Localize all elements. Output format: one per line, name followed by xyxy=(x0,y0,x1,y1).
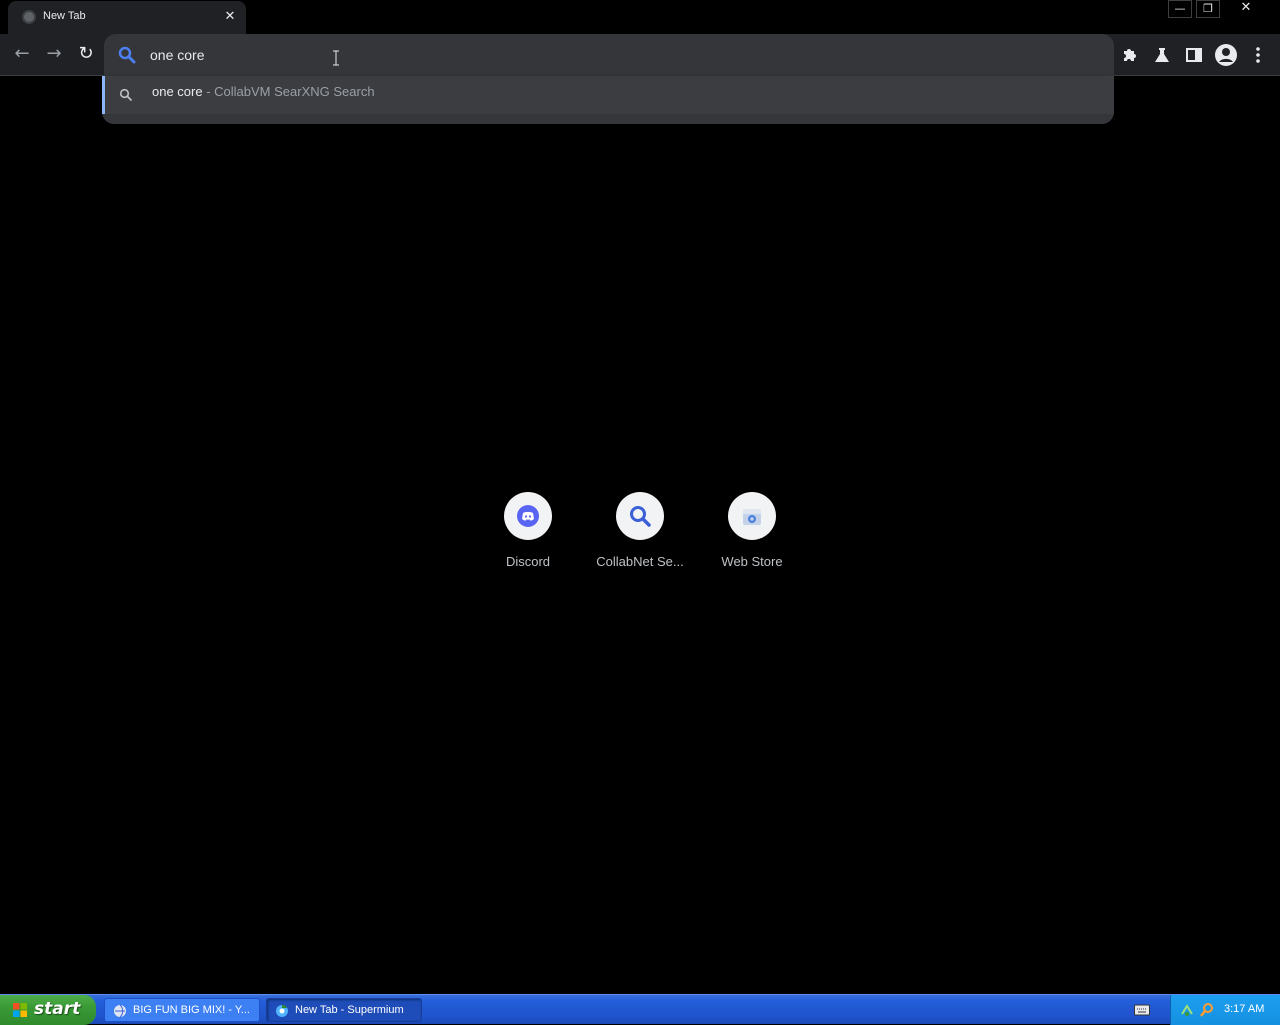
labs-icon[interactable] xyxy=(1150,43,1174,67)
restore-button[interactable]: ❐ xyxy=(1196,0,1220,18)
reload-button[interactable]: ↻ xyxy=(74,42,98,66)
omnibox-suggestions: one core - CollabVM SearXNG Search xyxy=(102,76,1114,124)
shortcut-tiles: Discord CollabNet Se... Web Store xyxy=(472,484,808,584)
keyboard-icon[interactable] xyxy=(1134,1004,1150,1016)
back-button[interactable]: ← xyxy=(10,42,34,66)
shortcut-icon-circle xyxy=(616,492,664,540)
browser-icon xyxy=(114,1004,126,1018)
extensions-icon[interactable] xyxy=(1118,43,1142,67)
globe-icon xyxy=(22,10,36,24)
shortcut-label: Discord xyxy=(505,554,551,569)
close-tab-icon[interactable]: ✕ xyxy=(222,9,238,25)
shortcut-icon-circle xyxy=(504,492,552,540)
taskbar-item-label: BIG FUN BIG MIX! - Y... xyxy=(133,1004,250,1016)
text-cursor-icon xyxy=(333,50,339,66)
search-icon xyxy=(630,506,651,527)
suggestion-item[interactable]: one core - CollabVM SearXNG Search xyxy=(102,76,1114,114)
clock: 3:17 AM xyxy=(1224,1003,1265,1015)
start-label: start xyxy=(34,999,81,1019)
taskbar-item-label: New Tab - Supermium xyxy=(295,1004,404,1016)
tab-strip: New Tab ✕ — ❐ ✕ xyxy=(0,0,1280,34)
shortcut-label: Web Store xyxy=(721,554,783,569)
omnibox-input[interactable] xyxy=(150,43,1050,67)
tab-new-tab[interactable]: New Tab ✕ xyxy=(8,1,246,34)
profile-icon[interactable] xyxy=(1214,43,1238,67)
suggestion-query: one core xyxy=(152,84,203,99)
browser-toolbar: ← → ↻ xyxy=(0,34,1280,76)
supermium-icon xyxy=(276,1005,288,1017)
shortcut-label: CollabNet Se... xyxy=(596,554,684,569)
shortcut-collabnet-search[interactable]: CollabNet Se... xyxy=(584,484,696,584)
suggestion-separator: - xyxy=(202,84,215,99)
menu-icon[interactable] xyxy=(1246,43,1270,67)
search-tray-icon[interactable] xyxy=(1199,1002,1215,1018)
windows-logo-icon xyxy=(13,1003,27,1017)
side-panel-icon[interactable] xyxy=(1182,43,1206,67)
network-icon[interactable] xyxy=(1179,1002,1195,1018)
discord-icon xyxy=(517,505,539,527)
window-controls: — ❐ ✕ xyxy=(1164,0,1268,18)
system-tray: 3:17 AM xyxy=(1170,995,1280,1025)
taskbar: start BIG FUN BIG MIX! - Y... New Tab - … xyxy=(0,994,1280,1025)
taskbar-item-supermium[interactable]: New Tab - Supermium xyxy=(266,998,422,1022)
shortcut-web-store[interactable]: Web Store xyxy=(696,484,808,584)
forward-button[interactable]: → xyxy=(42,42,66,66)
suggestion-engine: CollabVM SearXNG Search xyxy=(214,84,375,99)
omnibox[interactable] xyxy=(104,34,1114,76)
shortcut-discord[interactable]: Discord xyxy=(472,484,584,584)
suggestion-text: one core - CollabVM SearXNG Search xyxy=(152,84,375,99)
minimize-button[interactable]: — xyxy=(1168,0,1192,18)
taskbar-item-youtube[interactable]: BIG FUN BIG MIX! - Y... xyxy=(104,998,260,1022)
search-icon xyxy=(118,46,136,64)
tab-title: New Tab xyxy=(43,10,86,22)
web-store-icon xyxy=(743,509,761,525)
shortcut-icon-circle xyxy=(728,492,776,540)
close-window-button[interactable]: ✕ xyxy=(1224,0,1268,18)
start-button[interactable]: start xyxy=(0,995,96,1025)
search-icon xyxy=(119,88,133,102)
